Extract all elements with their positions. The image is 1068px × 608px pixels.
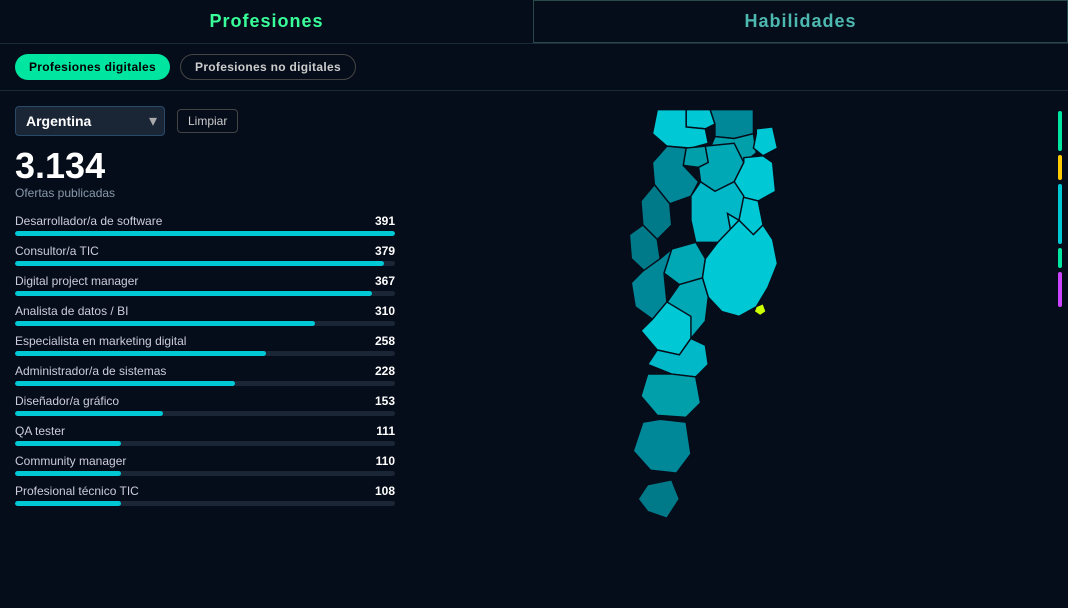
bar-header: QA tester 111 — [15, 424, 395, 438]
profession-item: Diseñador/a gráfico 153 — [15, 394, 395, 416]
profession-name: Desarrollador/a de software — [15, 214, 162, 228]
profession-count: 367 — [375, 274, 395, 288]
profession-item: Desarrollador/a de software 391 — [15, 214, 395, 236]
bar-fill — [15, 351, 266, 356]
profession-name: Community manager — [15, 454, 126, 468]
bar-header: Community manager 110 — [15, 454, 395, 468]
profession-name: Consultor/a TIC — [15, 244, 99, 258]
profession-item: QA tester 111 — [15, 424, 395, 446]
profession-name: Digital project manager — [15, 274, 138, 288]
profession-count: 258 — [375, 334, 395, 348]
profession-count: 379 — [375, 244, 395, 258]
bar-fill — [15, 441, 121, 446]
profession-name: Profesional técnico TIC — [15, 484, 139, 498]
bar-track — [15, 441, 395, 446]
argentina-map — [549, 100, 929, 600]
subtab-digital[interactable]: Profesiones digitales — [15, 54, 170, 80]
map-container — [549, 100, 929, 600]
subtab-no-digital-label: Profesiones no digitales — [195, 60, 341, 74]
tab-habilidades-label: Habilidades — [744, 11, 856, 32]
main-content: Argentina Limpiar 3.134 Ofertas publicad… — [0, 91, 1068, 608]
bar-fill — [15, 501, 121, 506]
profession-item: Digital project manager 367 — [15, 274, 395, 296]
subtab-no-digital[interactable]: Profesiones no digitales — [180, 54, 356, 80]
clear-button-label: Limpiar — [188, 114, 227, 128]
clear-button[interactable]: Limpiar — [177, 109, 238, 133]
profession-name: Especialista en marketing digital — [15, 334, 186, 348]
bar-fill — [15, 411, 163, 416]
profession-name: Diseñador/a gráfico — [15, 394, 119, 408]
filter-row: Argentina Limpiar — [15, 106, 395, 136]
profession-item: Analista de datos / BI 310 — [15, 304, 395, 326]
bar-fill — [15, 381, 235, 386]
subtab-digital-label: Profesiones digitales — [29, 60, 156, 74]
profession-name: Administrador/a de sistemas — [15, 364, 166, 378]
profession-name: Analista de datos / BI — [15, 304, 128, 318]
tab-profesiones[interactable]: Profesiones — [0, 0, 533, 43]
profession-count: 228 — [375, 364, 395, 378]
profession-item: Consultor/a TIC 379 — [15, 244, 395, 266]
bar-header: Administrador/a de sistemas 228 — [15, 364, 395, 378]
profession-count: 310 — [375, 304, 395, 318]
bar-header: Profesional técnico TIC 108 — [15, 484, 395, 498]
main-header: Profesiones Habilidades — [0, 0, 1068, 44]
bar-track — [15, 411, 395, 416]
profession-item: Community manager 110 — [15, 454, 395, 476]
profession-count: 391 — [375, 214, 395, 228]
left-panel: Argentina Limpiar 3.134 Ofertas publicad… — [0, 91, 410, 608]
profession-count: 153 — [375, 394, 395, 408]
bar-fill — [15, 321, 315, 326]
profession-item: Especialista en marketing digital 258 — [15, 334, 395, 356]
right-panel — [410, 91, 1068, 608]
tab-habilidades[interactable]: Habilidades — [533, 0, 1068, 43]
bar-header: Consultor/a TIC 379 — [15, 244, 395, 258]
bar-header: Digital project manager 367 — [15, 274, 395, 288]
profession-name: QA tester — [15, 424, 65, 438]
bar-track — [15, 501, 395, 506]
profession-item: Administrador/a de sistemas 228 — [15, 364, 395, 386]
profession-count: 110 — [376, 454, 395, 468]
total-count: 3.134 — [15, 146, 395, 186]
bar-fill — [15, 231, 395, 236]
bar-track — [15, 351, 395, 356]
bar-fill — [15, 471, 121, 476]
bar-header: Diseñador/a gráfico 153 — [15, 394, 395, 408]
sub-tabs-row: Profesiones digitales Profesiones no dig… — [0, 44, 1068, 91]
tab-profesiones-label: Profesiones — [209, 11, 323, 32]
total-label: Ofertas publicadas — [15, 186, 395, 200]
bar-track — [15, 261, 395, 266]
bar-fill — [15, 291, 372, 296]
bar-fill — [15, 261, 384, 266]
bar-track — [15, 231, 395, 236]
profession-count: 108 — [375, 484, 395, 498]
bar-track — [15, 321, 395, 326]
country-select[interactable]: Argentina — [15, 106, 165, 136]
profession-item: Profesional técnico TIC 108 — [15, 484, 395, 506]
bar-track — [15, 291, 395, 296]
bar-header: Especialista en marketing digital 258 — [15, 334, 395, 348]
country-select-wrapper[interactable]: Argentina — [15, 106, 165, 136]
profession-list: Desarrollador/a de software 391 Consulto… — [15, 214, 395, 506]
profession-count: 111 — [376, 424, 395, 438]
bar-header: Analista de datos / BI 310 — [15, 304, 395, 318]
side-decoration — [1052, 91, 1068, 608]
bar-track — [15, 471, 395, 476]
bar-track — [15, 381, 395, 386]
bar-header: Desarrollador/a de software 391 — [15, 214, 395, 228]
